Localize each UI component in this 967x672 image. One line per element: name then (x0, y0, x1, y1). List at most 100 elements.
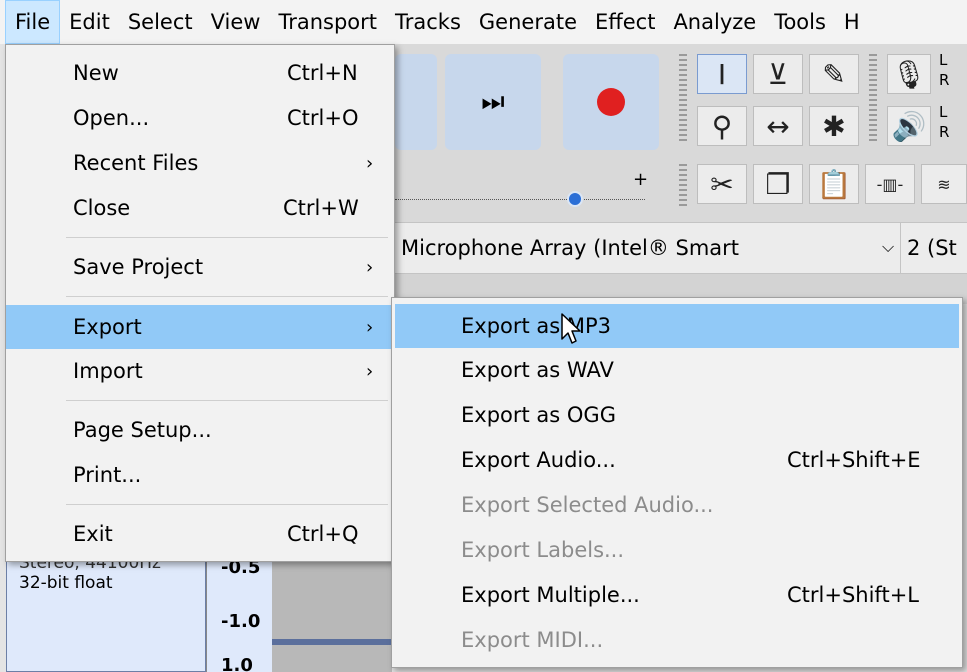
input-device-select[interactable]: Microphone Array (Intel® Smart (401, 236, 739, 260)
menu-edit[interactable]: Edit (60, 0, 119, 44)
menu-separator (66, 400, 388, 401)
menu-select[interactable]: Select (119, 0, 202, 44)
menu-item-label: Import (73, 359, 143, 383)
menu-item-label: New (73, 61, 119, 85)
menu-generate[interactable]: Generate (470, 0, 586, 44)
menu-item-print[interactable]: Print... (6, 454, 394, 496)
chevron-right-icon: › (366, 360, 374, 382)
submenu-item-export-ogg[interactable]: Export as OGG (392, 394, 962, 436)
menu-item-label: Export as MP3 (461, 314, 612, 338)
menu-transport[interactable]: Transport (269, 0, 386, 44)
record-meter-lr: L R (939, 50, 949, 90)
menu-item-shortcut: Ctrl+Shift+L (787, 583, 919, 607)
export-submenu: Export as MP3 Export as WAV Export as OG… (391, 297, 963, 668)
menu-file[interactable]: File (5, 0, 61, 44)
submenu-item-export-selected-audio[interactable]: Export Selected Audio... (392, 484, 962, 526)
plus-icon: + (633, 169, 649, 190)
menu-item-label: Save Project (73, 255, 204, 279)
mouse-cursor-icon (561, 313, 581, 344)
microphone-icon[interactable]: 🎙 (887, 54, 931, 94)
timeshift-icon[interactable]: ↔ (753, 106, 803, 146)
menu-tools[interactable]: Tools (765, 0, 835, 44)
chevron-right-icon: › (366, 256, 374, 278)
submenu-item-export-midi[interactable]: Export MIDI... (392, 619, 962, 661)
envelope-tool-icon[interactable]: ⊻ (753, 54, 803, 94)
chevron-down-icon[interactable]: ⌵ (882, 237, 894, 257)
submenu-item-export-mp3[interactable]: Export as MP3 (395, 304, 959, 348)
submenu-item-export-wav[interactable]: Export as WAV (392, 349, 962, 391)
menu-item-save-project[interactable]: Save Project › (6, 246, 394, 288)
file-menu: New Ctrl+N Open... Ctrl+O Recent Files ›… (5, 44, 395, 562)
menu-item-open[interactable]: Open... Ctrl+O (6, 97, 394, 139)
menu-item-shortcut: Ctrl+Q (287, 522, 359, 546)
submenu-item-export-audio[interactable]: Export Audio... Ctrl+Shift+E (392, 439, 962, 481)
menu-item-shortcut: Ctrl+Shift+E (787, 448, 921, 472)
trim-icon[interactable]: -▥- (865, 164, 915, 204)
multi-tool-icon[interactable]: ✱ (809, 106, 859, 146)
skip-to-end-button[interactable]: ⏭ (445, 54, 541, 150)
menu-separator (66, 504, 388, 505)
menu-help[interactable]: H (835, 0, 869, 44)
toolbar-grip[interactable] (679, 54, 687, 144)
device-toolbar: Microphone Array (Intel® Smart ⌵ 2 (St (395, 222, 967, 274)
menu-item-page-setup[interactable]: Page Setup... (6, 409, 394, 451)
menu-item-label: Exit (73, 522, 113, 546)
zoom-icon[interactable]: ⚲ (697, 106, 747, 146)
menu-item-shortcut: Ctrl+O (287, 106, 359, 130)
menu-item-shortcut: Ctrl+W (283, 196, 359, 220)
vertical-scale: -0.5 -1.0 1.0 (206, 555, 272, 672)
toolbar-grip-3[interactable] (679, 164, 687, 208)
track-format-line2: 32-bit float (19, 573, 113, 593)
pencil-icon[interactable]: ✎ (809, 54, 859, 94)
transport-button-partial[interactable] (395, 54, 437, 150)
copy-icon[interactable]: ❐ (753, 164, 803, 204)
menu-bar: File Edit Select View Transport Tracks G… (0, 0, 967, 44)
meter-l-label-2: L (939, 103, 948, 121)
record-icon (597, 88, 625, 116)
cut-icon[interactable]: ✂ (697, 164, 747, 204)
play-speed-slider[interactable]: + (395, 169, 650, 207)
menu-item-label: Page Setup... (73, 418, 212, 442)
menu-item-exit[interactable]: Exit Ctrl+Q (6, 513, 394, 555)
skip-end-icon: ⏭ (481, 86, 505, 117)
toolbar-grip-2[interactable] (869, 54, 877, 144)
submenu-item-export-multiple[interactable]: Export Multiple... Ctrl+Shift+L (392, 574, 962, 616)
scale-tick: 1.0 (221, 655, 253, 672)
slider-thumb-icon[interactable] (567, 191, 583, 207)
menu-analyze[interactable]: Analyze (664, 0, 765, 44)
menu-item-label: Export Selected Audio... (461, 493, 714, 517)
menu-item-export[interactable]: Export › (6, 305, 394, 349)
menu-item-label: Export Labels... (461, 538, 625, 562)
speaker-icon[interactable]: 🔊 (887, 106, 931, 146)
submenu-item-export-labels[interactable]: Export Labels... (392, 529, 962, 571)
menu-item-label: Export Multiple... (461, 583, 640, 607)
menu-separator (66, 237, 388, 238)
menu-item-label: Print... (73, 463, 142, 487)
scale-tick: -1.0 (221, 611, 261, 632)
menu-item-import[interactable]: Import › (6, 350, 394, 392)
toolbar-area: ⏭ + I ⊻ ✎ ⚲ ↔ ✱ 🎙 🔊 L R L R ✂ ❐ 📋 -▥- ≋ (395, 44, 967, 222)
track-control-panel[interactable]: Stereo, 44100Hz 32-bit float (6, 553, 206, 672)
menu-item-label: Open... (73, 106, 150, 130)
menu-item-shortcut: Ctrl+N (287, 61, 358, 85)
audacity-window: File Edit Select View Transport Tracks G… (0, 0, 967, 672)
meter-l-label: L (939, 51, 948, 69)
record-button[interactable] (563, 54, 659, 150)
menu-item-close[interactable]: Close Ctrl+W (6, 187, 394, 229)
menu-item-label: Recent Files (73, 151, 199, 175)
waveform-area[interactable] (272, 555, 392, 672)
menu-item-new[interactable]: New Ctrl+N (6, 52, 394, 94)
menu-item-label: Close (73, 196, 131, 220)
ibeam-icon[interactable]: I (697, 54, 747, 94)
menu-effect[interactable]: Effect (586, 0, 664, 44)
silence-icon[interactable]: ≋ (921, 164, 967, 204)
menu-view[interactable]: View (202, 0, 270, 44)
menu-item-label: Export (73, 315, 142, 339)
paste-icon[interactable]: 📋 (809, 164, 859, 204)
menu-item-recent-files[interactable]: Recent Files › (6, 142, 394, 184)
menu-tracks[interactable]: Tracks (386, 0, 470, 44)
menu-item-label: Export Audio... (461, 448, 616, 472)
channels-select[interactable]: 2 (St (907, 236, 957, 260)
menu-separator (66, 296, 388, 297)
meter-r-label: R (939, 71, 950, 89)
